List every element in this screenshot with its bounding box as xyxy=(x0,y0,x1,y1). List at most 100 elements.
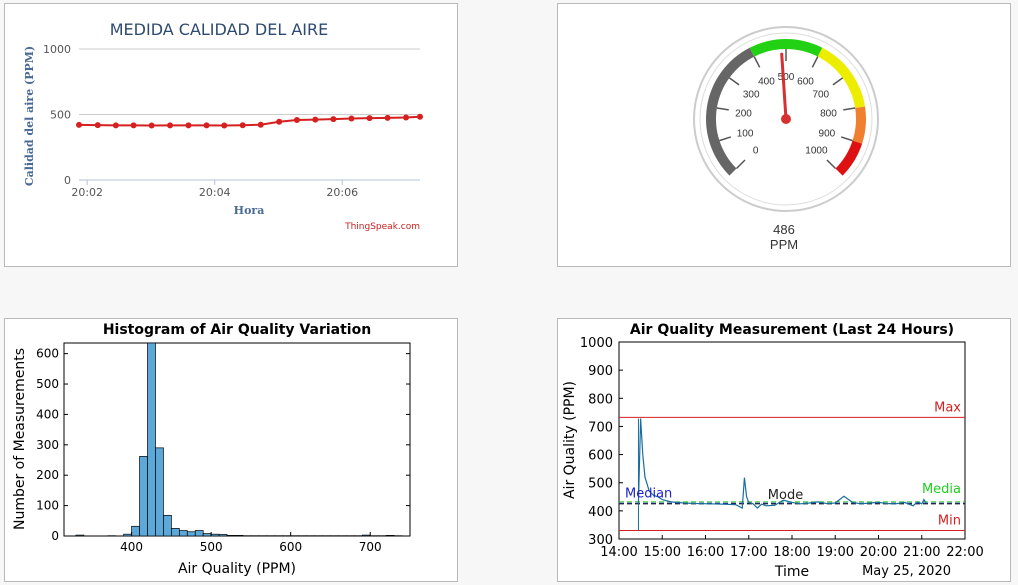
chart4-xtick-label: 15:00 xyxy=(644,545,681,560)
chart1-point xyxy=(257,121,264,128)
chart3-bar xyxy=(385,535,395,537)
chart1-title: MEDIDA CALIDAD DEL AIRE xyxy=(110,20,328,39)
chart4-media-label: Media xyxy=(922,482,961,497)
gauge-value: 486 xyxy=(773,222,795,237)
chart3-xtick-label: 700 xyxy=(359,540,382,554)
chart4-xtick-label: 21:00 xyxy=(903,545,940,560)
chart3-bar xyxy=(210,533,220,537)
last-24h-chart: Air Quality Measurement (Last 24 Hours)3… xyxy=(562,322,984,580)
chart3-bar xyxy=(171,528,180,537)
gauge-tick-label: 800 xyxy=(820,108,837,119)
last-24h-panel: Air Quality Measurement (Last 24 Hours) 3… xyxy=(557,318,1011,582)
chart4-xtick-label: 18:00 xyxy=(773,545,810,560)
chart3-title: Histogram of Air Quality Variation xyxy=(103,322,371,338)
chart4-mode-label: Mode xyxy=(768,488,803,503)
gauge-tick-label: 900 xyxy=(819,128,836,139)
chart3-bar xyxy=(234,535,244,537)
chart1-point xyxy=(130,122,137,129)
chart1-xtick-label: 20:02 xyxy=(71,186,103,199)
gauge-unit: PPM xyxy=(769,237,799,252)
gauge-panel: 0 100 200 300 400 500 600 700 800 900 1000 486 PPM xyxy=(557,3,1011,267)
chart4-ytick-label: 500 xyxy=(588,477,613,492)
chart4-ylabel: Air Quality (PPM) xyxy=(562,381,578,499)
chart1-point xyxy=(221,122,228,129)
chart4-ytick-label: 700 xyxy=(588,420,613,435)
chart3-bar xyxy=(178,530,188,537)
chart3-bar xyxy=(123,533,132,537)
chart3-bar xyxy=(218,534,228,537)
chart3-bar xyxy=(361,534,371,537)
chart1-ytick-label: 1000 xyxy=(43,43,71,56)
chart3-bar xyxy=(75,534,85,537)
gauge-hub xyxy=(781,114,791,124)
gauge-tick-label: 1000 xyxy=(805,145,828,156)
gauge-tick-label: 700 xyxy=(812,90,829,101)
chart1-point xyxy=(148,122,155,129)
chart3-bar xyxy=(226,535,236,537)
gauge-tick-label: 600 xyxy=(797,77,814,88)
chart4-xtick-label: 14:00 xyxy=(600,545,637,560)
chart1-point xyxy=(384,114,391,121)
gauge-tick-label: 500 xyxy=(778,72,795,83)
chart1-xtick-label: 20:04 xyxy=(199,186,231,199)
chart4-median-label: Median xyxy=(625,486,672,501)
aire-line-chart: MEDIDA CALIDAD DEL AIRE 0 500 1000 20:02 20:0… xyxy=(23,20,423,232)
chart1-point xyxy=(366,115,373,122)
chart3-xtick-label: 500 xyxy=(200,540,223,554)
chart1-point xyxy=(185,122,192,129)
chart1-point xyxy=(76,121,82,128)
chart4-ytick-label: 1000 xyxy=(580,336,613,351)
chart1-point xyxy=(417,113,423,120)
chart3-ytick-label: 500 xyxy=(36,377,59,391)
chart1-point xyxy=(312,116,319,123)
chart3-ylabel: Number of Measurements xyxy=(12,348,28,530)
chart3-bar xyxy=(194,530,204,537)
chart3-bar xyxy=(139,456,148,537)
chart1-point xyxy=(203,122,210,129)
chart1-ytick-label: 500 xyxy=(50,109,71,122)
chart4-ytick-label: 800 xyxy=(588,392,613,407)
chart1-point xyxy=(348,115,355,122)
chart4-plot-area xyxy=(618,341,966,540)
chart4-date-label: May 25, 2020 xyxy=(862,564,951,579)
chart3-ytick-label: 100 xyxy=(36,499,59,513)
chart1-xlabel: Hora xyxy=(234,204,265,217)
gauge-tick-label: 400 xyxy=(758,77,775,88)
chart3-ytick-label: 600 xyxy=(36,347,59,361)
chart3-xtick-label: 600 xyxy=(279,540,302,554)
chart4-ytick-label: 600 xyxy=(588,449,613,464)
chart4-xtick-label: 20:00 xyxy=(860,545,897,560)
chart3-bar xyxy=(147,342,156,537)
chart3-ytick-label: 0 xyxy=(51,529,59,543)
gauge-tick-label: 100 xyxy=(737,128,754,139)
chart4-title: Air Quality Measurement (Last 24 Hours) xyxy=(630,322,954,338)
chart1-point xyxy=(276,118,283,125)
chart3-xtick-label: 400 xyxy=(120,540,143,554)
gauge-tick-label: 0 xyxy=(753,145,759,156)
chart1-ytick-label: 0 xyxy=(64,174,71,187)
gauge-tick-label: 300 xyxy=(743,90,760,101)
chart3-bar xyxy=(131,525,140,537)
chart4-ytick-label: 400 xyxy=(588,505,613,520)
chart4-max-label: Max xyxy=(934,400,961,415)
chart4-xtick-label: 16:00 xyxy=(687,545,724,560)
chart4-xtick-label: 19:00 xyxy=(817,545,854,560)
chart4-ytick-label: 900 xyxy=(588,364,613,379)
chart4-min-label: Min xyxy=(938,514,961,529)
chart4-xtick-label: 22:00 xyxy=(946,545,983,560)
chart3-bar xyxy=(202,533,212,537)
chart3-bar xyxy=(186,531,196,537)
chart3-bar xyxy=(163,514,172,537)
chart1-point xyxy=(293,117,300,124)
gauge-tick-label: 200 xyxy=(735,108,752,119)
chart3-ytick-label: 200 xyxy=(36,468,59,482)
chart1-point xyxy=(239,122,246,129)
chart1-xtick-label: 20:06 xyxy=(326,186,358,199)
chart3-xlabel: Air Quality (PPM) xyxy=(178,561,296,577)
histogram-panel: Histogram of Air Quality Variation 0 100 20… xyxy=(4,318,458,582)
chart1-credit: ThingSpeak.com xyxy=(344,222,420,232)
chart3-bar xyxy=(155,447,164,537)
aire-line-chart-panel: MEDIDA CALIDAD DEL AIRE 0 500 1000 20:02 20:0… xyxy=(4,3,458,267)
chart1-point xyxy=(167,122,174,129)
chart3-ytick-label: 300 xyxy=(36,438,59,452)
